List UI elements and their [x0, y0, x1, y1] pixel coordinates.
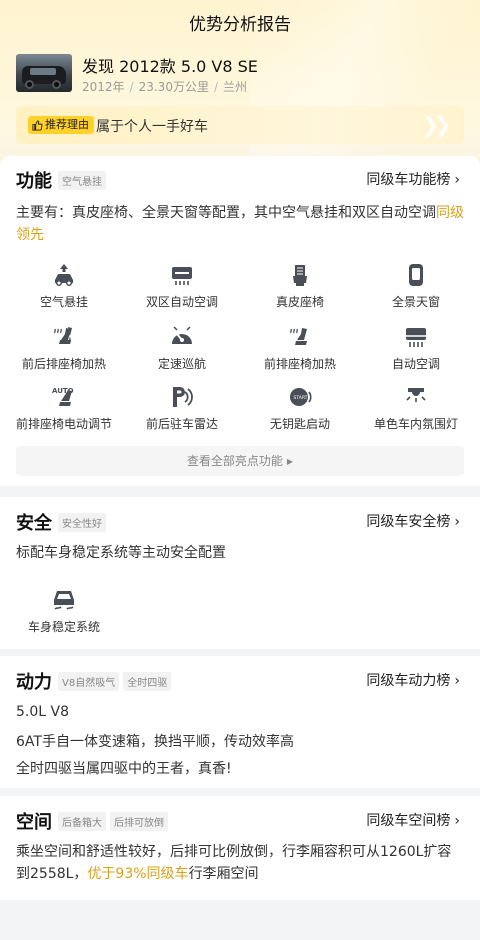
feature-label: 真皮座椅	[275, 295, 324, 309]
air-suspension-icon	[55, 264, 73, 287]
feature-label: 前排座椅电动调节	[15, 417, 112, 431]
leather-seat-icon	[293, 265, 307, 286]
space-desc-highlight: 优于93%同级车	[87, 866, 189, 882]
feature-cruise-control[interactable]: 定速巡航	[122, 324, 242, 372]
space-description: 乘坐空间和舒适性较好，后排可比例放倒，行李厢容积可从1260L扩容到2558L，…	[16, 841, 464, 885]
feature-label: 前后驻车雷达	[145, 417, 218, 431]
power-rank-link[interactable]: 同级车动力榜 ›	[366, 670, 460, 690]
feature-label: 车身稳定系统	[27, 620, 100, 634]
safety-tags: 安全性好	[58, 512, 110, 532]
feature-label: 双区自动空调	[145, 295, 218, 309]
keyless-start-icon: START	[290, 388, 312, 406]
feature-label: 前后排座椅加热	[21, 357, 106, 371]
safety-rank-link[interactable]: 同级车安全榜 ›	[366, 511, 460, 531]
car-city: 兰州	[223, 80, 248, 94]
parking-radar-icon	[173, 387, 193, 407]
car-mileage: 23.30万公里	[138, 80, 209, 94]
panoramic-sunroof-icon	[409, 264, 423, 286]
feature-keyless-start[interactable]: START 无钥匙启动	[240, 384, 360, 432]
safety-rank-label: 同级车安全榜	[366, 514, 451, 530]
cruise-control-icon	[172, 326, 192, 344]
safety-tag: 安全性好	[58, 513, 106, 532]
space-tag: 后备箱大	[58, 812, 106, 831]
power-tag: V8自然吸气	[58, 672, 120, 691]
power-tag: 全时四驱	[123, 672, 172, 691]
feature-stability-control[interactable]: 车身稳定系统	[4, 587, 124, 635]
power-rank-label: 同级车动力榜	[366, 673, 451, 689]
space-rank-label: 同级车空间榜	[366, 813, 451, 829]
feature-label: 单色车内氛围灯	[373, 417, 458, 431]
function-title: 功能	[16, 171, 52, 192]
power-transmission: 6AT手自一体变速箱，换挡平顺，传动效率高	[16, 734, 294, 750]
function-tags: 空气悬挂	[58, 170, 110, 190]
power-title: 动力	[16, 672, 52, 693]
feature-front-seat-heating[interactable]: 前排座椅加热	[240, 324, 360, 372]
feature-label: 定速巡航	[157, 357, 206, 371]
feature-dual-zone-ac[interactable]: 双区自动空调	[122, 262, 242, 310]
power-drivetrain: 全时四驱当属四驱中的王者，真香!	[16, 761, 232, 777]
car-name: 发现 2012款 5.0 V8 SE	[82, 57, 258, 76]
car-meta: 2012年/23.30万公里 / 兰州	[82, 80, 248, 94]
auto-ac-icon	[406, 328, 426, 347]
feature-panoramic-sunroof[interactable]: 全景天窗	[356, 262, 476, 310]
feature-label: 前排座椅加热	[263, 357, 336, 371]
car-thumbnail[interactable]	[16, 54, 72, 92]
car-year: 2012年	[82, 80, 125, 94]
recommend-tag-label: 推荐理由	[45, 118, 89, 131]
function-rank-link[interactable]: 同级车功能榜 ›	[366, 169, 460, 189]
power-card: 动力 V8自然吸气 全时四驱 同级车动力榜 › 5.0L V8 6AT手自一体变速箱…	[0, 656, 480, 788]
function-tag: 空气悬挂	[58, 171, 106, 190]
feature-label: 空气悬挂	[39, 295, 88, 309]
front-seat-heating-icon	[290, 328, 307, 345]
feature-ambient-light[interactable]: 单色车内氛围灯	[356, 384, 476, 432]
feature-label: 无钥匙启动	[269, 417, 330, 431]
space-title: 空间	[16, 812, 52, 833]
power-seat-icon: AUTO	[52, 387, 74, 406]
space-tag: 后排可放倒	[110, 812, 168, 831]
page-title: 优势分析报告	[189, 15, 291, 35]
space-desc-tail: 行李厢空间	[188, 866, 259, 882]
space-tags: 后备箱大 后排可放倒	[58, 811, 172, 831]
recommend-reason-bar: 推荐理由 属于个人一手好车 ❯❯	[16, 106, 464, 144]
power-engine: 5.0L V8	[16, 704, 69, 720]
chevrons-decoration-icon: ❯❯	[421, 113, 452, 138]
feature-auto-ac[interactable]: 自动空调	[356, 324, 476, 372]
recommend-reason-text: 属于个人一手好车	[96, 119, 208, 135]
function-desc-text: 主要有：真皮座椅、全景天窗等配置，其中空气悬挂和双区自动空调	[16, 205, 436, 221]
seat-heating-icon	[54, 327, 72, 344]
safety-card: 安全 安全性好 同级车安全榜 › 标配车身稳定系统等主动安全配置 车身稳定系统	[0, 497, 480, 649]
feature-power-seat[interactable]: AUTO 前排座椅电动调节	[4, 384, 124, 432]
safety-title: 安全	[16, 513, 52, 534]
view-all-features-button[interactable]: 查看全部亮点功能 ▶	[16, 446, 464, 476]
chevron-right-icon: ›	[454, 673, 460, 689]
stability-control-icon	[54, 591, 74, 610]
dual-zone-ac-icon	[172, 267, 192, 285]
svg-text:START: START	[294, 395, 308, 401]
chevron-right-icon: ›	[454, 813, 460, 829]
chevron-right-icon: ›	[454, 172, 460, 188]
space-card: 空间 后备箱大 后排可放倒 同级车空间榜 › 乘坐空间和舒适性较好，后排可比例放倒，…	[0, 796, 480, 900]
space-rank-link[interactable]: 同级车空间榜 ›	[366, 810, 460, 830]
function-description: 主要有：真皮座椅、全景天窗等配置，其中空气悬挂和双区自动空调同级领先	[16, 202, 464, 246]
feature-label: 全景天窗	[391, 295, 440, 309]
chevron-right-icon: ›	[454, 514, 460, 530]
view-all-features-label: 查看全部亮点功能	[186, 454, 283, 468]
feature-seat-heating[interactable]: 前后排座椅加热	[4, 324, 124, 372]
feature-air-suspension[interactable]: 空气悬挂	[4, 262, 124, 310]
function-card: 功能 空气悬挂 同级车功能榜 › 主要有：真皮座椅、全景天窗等配置，其中空气悬挂和…	[0, 156, 480, 486]
feature-parking-radar[interactable]: 前后驻车雷达	[122, 384, 242, 432]
feature-label: 自动空调	[391, 357, 440, 371]
safety-description: 标配车身稳定系统等主动安全配置	[16, 545, 226, 561]
ambient-light-icon	[406, 388, 426, 402]
triangle-right-icon: ▶	[286, 457, 294, 466]
function-rank-label: 同级车功能榜	[366, 172, 451, 188]
recommend-tag: 推荐理由	[28, 116, 94, 134]
power-tags: V8自然吸气 全时四驱	[58, 671, 175, 691]
thumbs-up-icon	[32, 119, 43, 131]
feature-leather-seat[interactable]: 真皮座椅	[240, 262, 360, 310]
